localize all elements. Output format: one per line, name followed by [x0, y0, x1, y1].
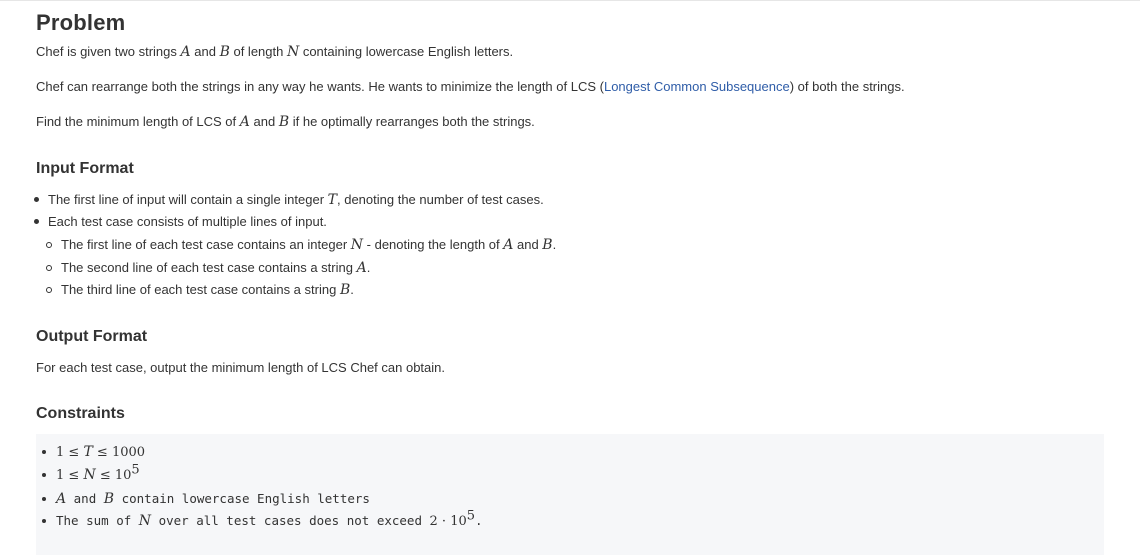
- problem-paragraph-3: Find the minimum length of LCS of A and …: [36, 114, 535, 130]
- sub-bullet-icon: [46, 241, 52, 248]
- list-item: Each test case consists of multiple line…: [34, 214, 327, 229]
- constraints-heading: Constraints: [36, 405, 125, 422]
- list-item: The second line of each test case contai…: [46, 260, 370, 276]
- bullet-icon: [42, 472, 46, 477]
- output-format-text: For each test case, output the minimum l…: [36, 360, 445, 375]
- output-format-heading: Output Format: [36, 328, 148, 345]
- constraints-block: 1 ≤ T ≤ 1000 1 ≤ N ≤ 105 A and B contain…: [36, 434, 1104, 555]
- bullet-icon: [34, 197, 39, 203]
- constraint-item: 1 ≤ N ≤ 105: [42, 464, 140, 483]
- list-item: The first line of each test case contain…: [46, 237, 556, 253]
- constraint-item: The sum of N over all test cases does no…: [42, 510, 483, 529]
- list-item: The first line of input will contain a s…: [34, 192, 544, 208]
- sub-bullet-icon: [46, 264, 52, 271]
- sub-bullet-icon: [46, 286, 52, 293]
- constraint-item: 1 ≤ T ≤ 1000: [42, 444, 145, 460]
- bullet-icon: [34, 219, 39, 225]
- bullet-icon: [42, 449, 46, 454]
- problem-heading: Problem: [36, 10, 126, 35]
- lcs-wiki-link[interactable]: Longest Common Subsequence: [604, 79, 790, 94]
- bullet-icon: [42, 496, 46, 501]
- problem-paragraph-2: Chef can rearrange both the strings in a…: [36, 79, 905, 94]
- top-divider: [0, 0, 1140, 1]
- problem-paragraph-1: Chef is given two strings A and B of len…: [36, 44, 514, 60]
- list-item: The third line of each test case contain…: [46, 282, 354, 298]
- input-format-heading: Input Format: [36, 160, 134, 177]
- bullet-icon: [42, 518, 46, 523]
- constraint-item: A and B contain lowercase English letter…: [42, 491, 370, 507]
